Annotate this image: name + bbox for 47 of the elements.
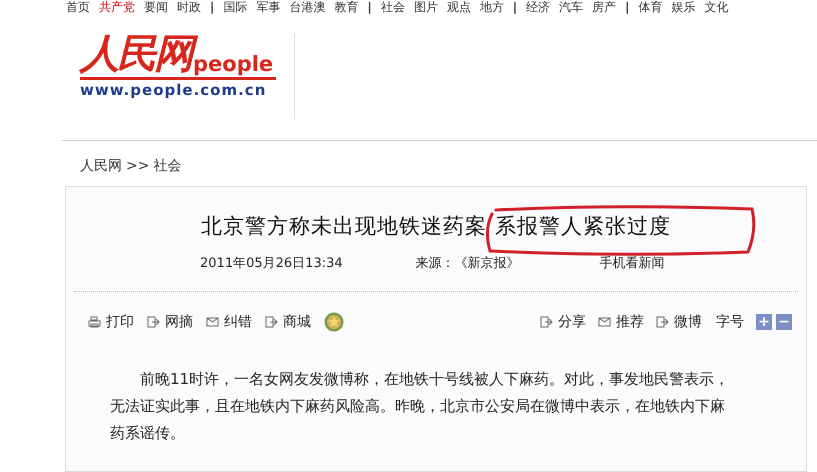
export-icon bbox=[147, 316, 160, 328]
nav-link[interactable]: 图片 bbox=[414, 0, 438, 14]
nav-link[interactable]: 社会 bbox=[380, 0, 405, 14]
font-size-label: 字号 bbox=[716, 313, 744, 332]
source-label: 来源：《新京报》 bbox=[416, 255, 520, 273]
article-title: 北京警方称未出现地铁迷药案 系报警人紧张过度 bbox=[201, 213, 671, 240]
mobile-news-link[interactable]: 手机看新闻 bbox=[600, 255, 665, 273]
nav-link[interactable]: 地方 bbox=[480, 0, 504, 14]
toolbar-link[interactable]: 网摘 bbox=[165, 312, 193, 332]
nav-link[interactable]: 房产 bbox=[592, 0, 616, 14]
toolbar-link[interactable]: 纠错 bbox=[224, 312, 252, 332]
nav-link[interactable]: 文化 bbox=[704, 0, 729, 14]
publish-date: 2011年05月26日13:34 bbox=[200, 255, 343, 273]
nav-link[interactable]: 首页 bbox=[66, 0, 90, 14]
nav-link[interactable]: 观点 bbox=[446, 0, 471, 14]
medal-icon[interactable] bbox=[324, 312, 344, 332]
nav-link[interactable]: 娱乐 bbox=[672, 0, 696, 14]
nav-link[interactable]: 共产党 bbox=[99, 0, 135, 14]
nav-link[interactable]: 教育 bbox=[334, 0, 358, 14]
nav-separator: | bbox=[210, 0, 214, 14]
nav-link[interactable]: 国际 bbox=[223, 0, 248, 14]
breadcrumb-separator: >> bbox=[126, 157, 150, 176]
nav-link[interactable]: 汽车 bbox=[559, 0, 584, 14]
nav-link[interactable]: 军事 bbox=[256, 0, 280, 14]
nav-separator: | bbox=[512, 0, 518, 14]
print-icon bbox=[88, 316, 101, 328]
toolbar-link[interactable]: 商城 bbox=[283, 312, 311, 332]
mail-icon bbox=[206, 317, 219, 327]
toolbar-link[interactable]: 分享 bbox=[558, 312, 586, 332]
breadcrumb-link[interactable]: 人民网 bbox=[80, 156, 122, 176]
site-logo[interactable]: 人民网people www.people.com.cn bbox=[80, 32, 282, 100]
nav-separator: | bbox=[367, 0, 372, 14]
toolbar-link[interactable]: 推荐 bbox=[616, 312, 644, 332]
breadcrumb-link[interactable]: 社会 bbox=[153, 156, 182, 176]
toolbar-link[interactable]: 打印 bbox=[106, 312, 134, 332]
article-paragraph: 前晚11时许，一名女网友发微博称，在地铁十号线被人下麻药。对此，事发地民警表示，无法证实此事，且在地铁内下麻药风险高。昨晚，北京市公安局在微博中表示，在地铁内下麻药系谣传。 bbox=[110, 369, 730, 444]
nav-link[interactable]: 经济 bbox=[526, 0, 550, 14]
nav-link[interactable]: 台港澳 bbox=[289, 0, 326, 14]
export-icon bbox=[265, 316, 278, 328]
export-icon bbox=[540, 316, 553, 328]
toolbar-link[interactable]: 微博 bbox=[674, 312, 702, 332]
export-icon bbox=[656, 316, 669, 328]
mail-icon bbox=[598, 317, 611, 327]
nav-link[interactable]: 要闻 bbox=[144, 0, 168, 14]
nav-link[interactable]: 时政 bbox=[177, 0, 201, 14]
nav-link[interactable]: 体育 bbox=[638, 0, 663, 14]
nav-separator: | bbox=[625, 0, 630, 14]
